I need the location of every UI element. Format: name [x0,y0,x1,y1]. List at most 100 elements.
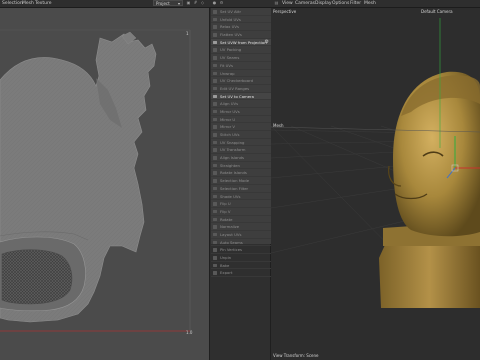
tool-item[interactable]: Unwrap [211,70,271,78]
tool-item[interactable]: Rotate Islands [211,169,271,178]
tool-item[interactable]: Pin Vertices [211,246,271,254]
tool-item[interactable]: Layout UVs [211,231,271,239]
tool-item[interactable]: Normalize [211,223,271,231]
3d-viewport[interactable]: Perspective Default Camera Mesh View Tra… [271,8,480,360]
tool-label: Set UV to Camera [220,93,254,99]
tool-item[interactable]: Export [211,269,271,278]
tool-item[interactable]: Flatten UVs [211,31,271,39]
tool-item[interactable]: Mirror U [211,116,271,124]
menu-filter[interactable]: Filter [350,1,361,6]
tool-icon [213,133,217,137]
tool-item[interactable]: Rotate [211,216,271,224]
tool-label: Stitch UVs [220,132,240,137]
tool-label: Flatten UVs [220,32,242,38]
uv-tick-bottom-right: 1.0 [186,330,193,335]
tool-label: Layout UVs [220,231,242,237]
tool-label: Set UV Attr [220,9,242,14]
tool-label: Pin Vertices [220,247,243,253]
snap-icon[interactable]: ◇ [200,1,205,5]
tool-label: Normalize [220,224,240,230]
layout-icon[interactable]: ▤ [274,1,279,5]
tool-label: UV Seams [220,55,240,61]
project-select[interactable]: Project ▾ [153,0,183,6]
menu-cameras[interactable]: Cameras [295,1,315,6]
tool-label: Auto Seams [220,239,243,245]
uv-neck-dense[interactable] [1,249,73,305]
menu-selection[interactable]: Selection [2,1,23,6]
menu-options[interactable]: Options [332,1,349,6]
menubar: Selection Mesh Texture Project ▾ ▣ # ◇ ●… [0,0,480,8]
tool-item[interactable]: Selection Mode [211,177,271,185]
tool-list: Set UV Attr Unfold UVs Relax UVs Flatten UV… [211,8,271,278]
tool-label: Export [220,270,233,276]
tool-item[interactable]: Auto Seams [211,239,271,247]
uv-canvas[interactable] [0,8,209,360]
tool-label: UV Snapping [220,139,245,145]
tool-label: Bake [220,262,230,268]
tool-icon [213,86,217,91]
grid-icon[interactable]: # [193,1,198,5]
tool-label: Fit UVs [220,62,234,68]
tool-icon [213,33,217,37]
tool-icon [213,102,217,106]
frame-icon[interactable]: ▣ [186,1,191,5]
tool-label: Mirror UVs [220,108,240,114]
chevron-down-icon: ▾ [177,1,180,6]
tool-icon [213,240,217,245]
tool-item[interactable]: Align UVs [211,100,271,108]
tool-icon [213,163,217,168]
gear-icon[interactable]: ⚙ [265,39,269,46]
tool-item[interactable]: Bake [211,262,271,270]
menu-texture[interactable]: Texture [35,1,51,6]
viewport-camera-label[interactable]: Default Camera [421,9,453,14]
tool-icon [213,25,217,29]
project-select-value: Project [156,1,170,6]
tool-item[interactable]: Set UV Attr [211,8,271,16]
tool-icon [213,148,217,152]
uv-editor[interactable]: 1 1.0 [0,8,209,360]
tool-item[interactable]: Mirror UVs [211,108,271,116]
tool-item[interactable]: UV Seams [211,54,271,62]
tool-item[interactable]: Shade UVs [211,193,271,201]
menu-view[interactable]: View [282,1,293,6]
pin-icon[interactable]: ● [212,1,217,5]
tool-label: Mirror V [220,124,235,130]
menu-mesh-right[interactable]: Mesh [364,1,376,6]
tool-item[interactable]: Flip V [211,208,271,216]
tool-item[interactable]: Unpin [211,254,271,262]
tool-label: UV Packing [220,47,242,53]
menu-display[interactable]: Display [315,1,332,6]
tool-item[interactable]: Mirror V [211,123,271,131]
viewport-axis-label: Mesh [273,123,284,128]
tool-item[interactable]: UV Checkerboard [211,77,271,85]
settings-icon[interactable]: ⚙ [219,1,224,5]
tool-item[interactable]: Align Islands [211,154,271,162]
tool-label: Flip U [220,201,231,207]
viewport-canvas[interactable] [271,8,480,360]
bust-model[interactable] [379,71,480,308]
tool-item[interactable]: Straighten [211,162,271,170]
tool-item[interactable]: Fit UVs [211,62,271,70]
tool-item[interactable]: Selection Filter [211,185,271,193]
tool-item[interactable]: Stitch UVs [211,131,271,139]
tool-item[interactable]: Unfold UVs [211,16,271,24]
tool-icon [213,179,217,183]
tool-label: Set UVW from Projection [220,39,267,45]
tool-item[interactable]: Set UV to Camera [211,92,271,101]
tool-item[interactable]: Edit UV Ranges [211,85,271,93]
tool-item[interactable]: Set UVW from Projection ⚙ [211,38,271,47]
tool-item[interactable]: UV Packing [211,46,271,55]
tool-label: Flip V [220,208,231,214]
tool-label: Rotate Islands [220,170,247,176]
tool-icon [213,271,217,275]
tool-label: UV Transform [220,147,246,153]
tool-item[interactable]: Relax UVs [211,23,271,32]
tool-icon [213,171,217,175]
tool-item[interactable]: Flip U [211,200,271,208]
tool-item[interactable]: UV Snapping [211,139,271,147]
tool-icon [213,125,217,129]
tool-icon [213,156,217,160]
tool-icon [213,209,217,214]
menu-mesh[interactable]: Mesh [22,1,34,6]
tool-item[interactable]: UV Transform [211,146,271,155]
